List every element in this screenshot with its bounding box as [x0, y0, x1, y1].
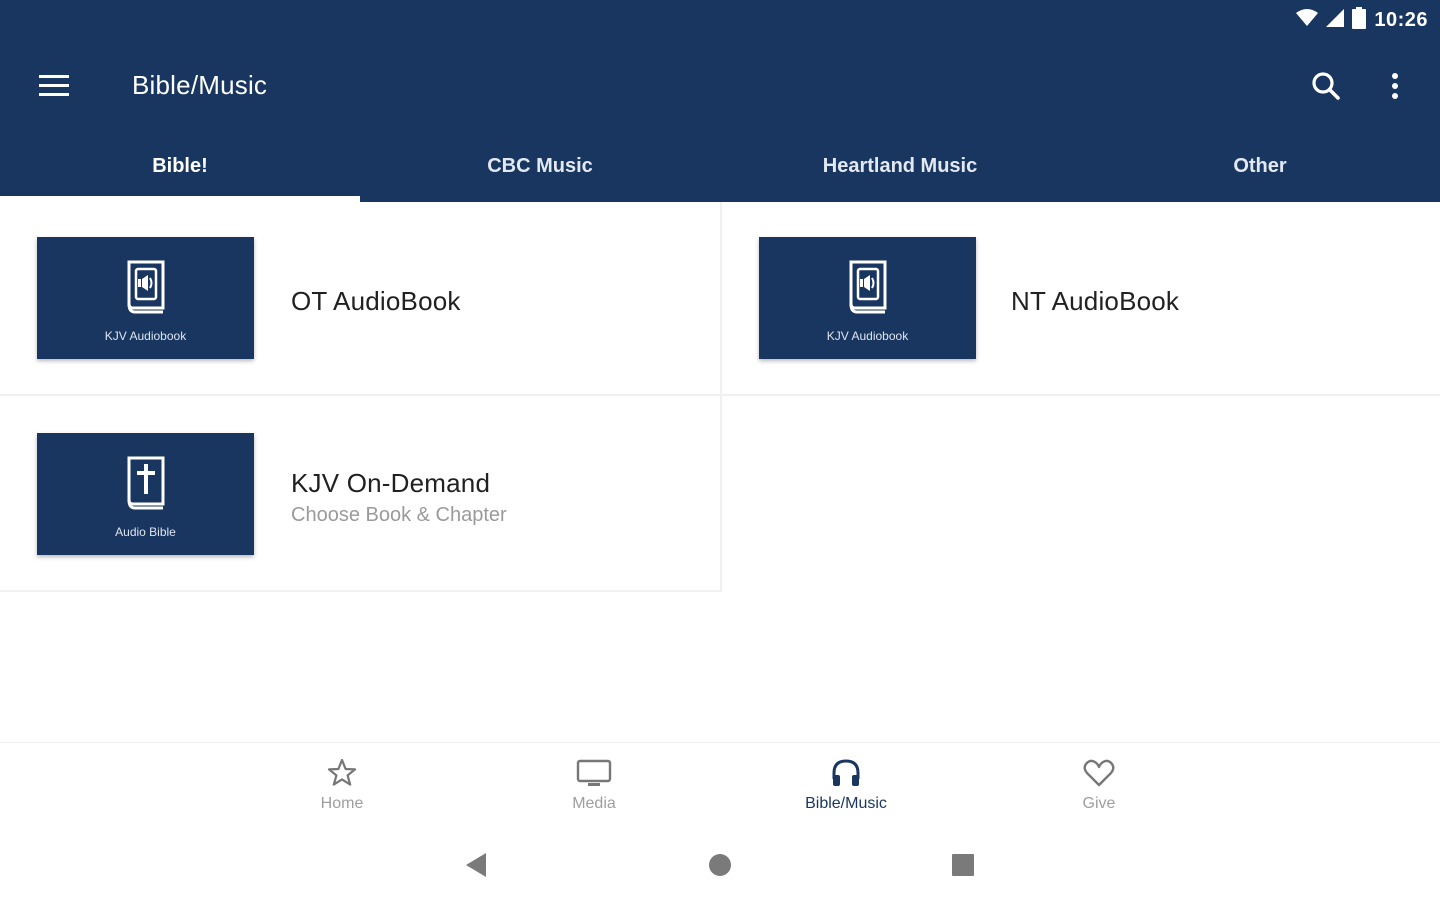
toolbar: Bible/Music [0, 52, 1440, 118]
nav-media[interactable]: Media [514, 757, 674, 823]
ot-audiobook-thumbnail: KJV Audiobook [37, 237, 254, 359]
menu-button[interactable] [30, 68, 78, 104]
system-navigation-bar [0, 826, 1440, 900]
status-time: 10:26 [1374, 8, 1428, 31]
more-vert-icon [1392, 73, 1398, 99]
thumbnail-caption: Audio Bible [115, 525, 176, 539]
nav-label: Media [572, 795, 616, 812]
content-grid: KJV Audiobook OT AudioBook KJV Audiobook… [0, 202, 1440, 742]
back-triangle-icon [466, 853, 486, 877]
system-home-button[interactable] [700, 850, 740, 880]
audio-book-icon [849, 260, 887, 314]
nt-audiobook-card[interactable]: KJV Audiobook NT AudioBook [722, 202, 1440, 396]
ot-audiobook-title: OT AudioBook [291, 286, 461, 316]
bottom-navigation: Home Media Bible/Music Give [0, 742, 1440, 826]
thumbnail-caption: KJV Audiobook [104, 329, 187, 343]
kjv-on-demand-subtitle: Choose Book & Chapter [291, 504, 507, 526]
cell-signal-icon [1326, 8, 1345, 32]
kjv-on-demand-thumbnail: Audio Bible [37, 433, 254, 555]
nt-audiobook-title: NT AudioBook [1011, 286, 1180, 316]
nt-audiobook-thumbnail: KJV Audiobook [759, 237, 976, 359]
system-back-button[interactable] [456, 850, 496, 880]
status-bar: 10:26 [1296, 6, 1428, 34]
nav-label: Bible/Music [805, 795, 887, 812]
home-circle-icon [709, 854, 731, 876]
wifi-icon [1296, 8, 1319, 32]
app-bar: 10:26 Bible/Music Bible! CBC Music Heart… [0, 0, 1440, 202]
system-recents-button[interactable] [943, 850, 983, 880]
battery-icon [1352, 6, 1367, 34]
hamburger-menu-icon [39, 75, 69, 96]
kjv-on-demand-title: KJV On-Demand [291, 468, 491, 498]
nav-give[interactable]: Give [1019, 757, 1179, 823]
tab-heartland-music[interactable]: Heartland Music [720, 134, 1080, 198]
bible-cross-icon [127, 456, 165, 510]
heart-icon [1083, 759, 1115, 787]
ot-audiobook-card[interactable]: KJV Audiobook OT AudioBook [0, 202, 722, 396]
more-options-button[interactable] [1378, 64, 1412, 108]
tab-bar: Bible! CBC Music Heartland Music Other [0, 134, 1440, 198]
page-title: Bible/Music [132, 70, 268, 100]
search-button[interactable] [1304, 64, 1348, 108]
search-icon [1312, 72, 1340, 100]
nav-label: Give [1082, 795, 1116, 812]
nav-bible-music[interactable]: Bible/Music [766, 757, 926, 823]
tab-cbc-music[interactable]: CBC Music [360, 134, 720, 198]
headphones-icon [832, 759, 860, 786]
nav-label: Home [320, 795, 364, 812]
audio-book-icon [127, 260, 165, 314]
tab-other[interactable]: Other [1080, 134, 1440, 198]
thumbnail-caption: KJV Audiobook [826, 329, 909, 343]
star-icon [327, 758, 357, 786]
kjv-on-demand-card[interactable]: Audio Bible KJV On-Demand Choose Book & … [0, 396, 722, 592]
monitor-icon [576, 759, 612, 786]
nav-home[interactable]: Home [262, 757, 422, 823]
recents-square-icon [952, 854, 974, 876]
tab-bible[interactable]: Bible! [0, 134, 360, 198]
